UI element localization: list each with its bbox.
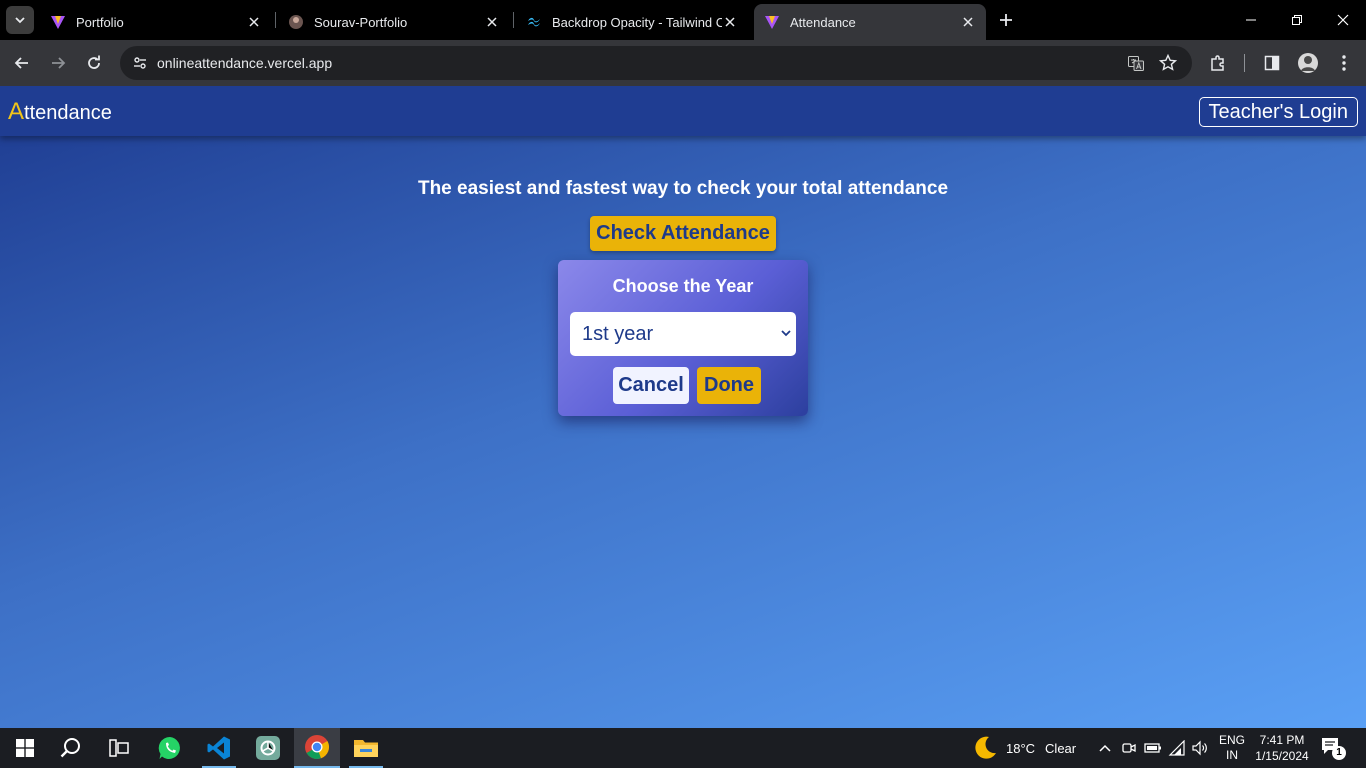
search-icon[interactable] <box>48 728 94 768</box>
file-explorer-icon[interactable] <box>343 728 389 768</box>
bookmark-star-icon[interactable] <box>1156 51 1180 75</box>
task-view-icon[interactable] <box>96 728 142 768</box>
chevron-down-icon <box>780 327 792 339</box>
close-icon <box>1337 14 1349 26</box>
input-language-indicator[interactable]: ENG IN <box>1218 733 1246 763</box>
close-window-button[interactable] <box>1320 0 1366 40</box>
modal-title: Choose the Year <box>612 276 754 296</box>
tab-sourav-portfolio[interactable]: Sourav-Portfolio <box>278 4 510 40</box>
browser-menu-icon[interactable] <box>1332 51 1356 75</box>
battery-icon[interactable] <box>1143 738 1163 758</box>
vite-logo-icon <box>765 16 779 29</box>
clock-date: 1/15/2024 <box>1255 749 1309 763</box>
tab-portfolio[interactable]: Portfolio <box>40 4 272 40</box>
choose-year-modal: Choose the Year 1st year Cancel Done <box>558 260 808 416</box>
tab-title: Attendance <box>790 14 856 30</box>
chevron-down-icon <box>15 17 25 24</box>
reload-icon <box>88 55 100 69</box>
teacher-login-button[interactable]: Teacher's Login <box>1198 97 1358 127</box>
windows-start-icon[interactable] <box>2 728 48 768</box>
tailwind-logo-icon <box>528 17 540 27</box>
whatsapp-icon[interactable] <box>147 728 193 768</box>
profile-avatar[interactable] <box>1296 51 1320 75</box>
arrow-left-icon <box>14 57 28 69</box>
back-button[interactable] <box>8 49 36 77</box>
tab-title: Sourav-Portfolio <box>314 14 408 30</box>
cancel-button[interactable]: Cancel <box>613 367 689 404</box>
weather-widget[interactable]: 18°C Clear <box>972 728 1076 768</box>
close-tab-icon[interactable] <box>722 14 738 30</box>
reload-button[interactable] <box>80 49 108 77</box>
system-clock[interactable]: 7:41 PM 1/15/2024 <box>1253 732 1311 764</box>
site-logo[interactable]: Attendance <box>8 98 112 126</box>
chevron-up-icon[interactable] <box>1095 738 1115 758</box>
close-tab-icon[interactable] <box>484 14 500 30</box>
close-tab-icon[interactable] <box>246 14 262 30</box>
url-text[interactable]: onlineattendance.vercel.app <box>157 55 332 71</box>
toolbar-divider <box>1244 54 1245 72</box>
site-info-icon[interactable] <box>128 51 152 75</box>
wifi-icon[interactable] <box>1167 738 1187 758</box>
notification-count-badge: 1 <box>1332 746 1346 760</box>
tab-backdrop-opacity[interactable]: Backdrop Opacity - Tailwind CSS <box>516 4 748 40</box>
language-region: IN <box>1226 748 1238 762</box>
page-content: Attendance Teacher's Login The easiest a… <box>0 86 1366 728</box>
clock-time: 7:41 PM <box>1259 733 1305 747</box>
tab-divider <box>513 12 514 28</box>
check-attendance-button[interactable]: Check Attendance <box>590 216 776 251</box>
new-tab-button[interactable] <box>994 8 1018 32</box>
logo-initial: A <box>8 98 25 125</box>
weather-temp: 18°C <box>1006 740 1036 756</box>
tab-title: Portfolio <box>76 14 124 30</box>
address-bar[interactable]: onlineattendance.vercel.app <box>120 46 1192 80</box>
tab-search-button[interactable] <box>6 6 34 34</box>
browser-toolbar: onlineattendance.vercel.app <box>0 40 1366 86</box>
chrome-icon[interactable] <box>294 728 340 768</box>
minimize-icon <box>1246 19 1256 21</box>
year-select[interactable]: 1st year <box>570 312 796 356</box>
weather-condition: Clear <box>1045 740 1077 756</box>
tab-attendance[interactable]: Attendance <box>754 4 986 40</box>
forward-button[interactable] <box>44 49 72 77</box>
restore-button[interactable] <box>1274 0 1320 40</box>
language-code: ENG <box>1218 733 1245 747</box>
arrow-right-icon <box>52 57 66 69</box>
windows-taskbar: 18°C Clear ENG IN 7:41 PM 1/15/2024 1 <box>0 728 1366 768</box>
extensions-puzzle-icon[interactable] <box>1206 51 1230 75</box>
selected-year-value: 1st year <box>582 323 654 345</box>
side-panel-icon[interactable] <box>1260 51 1284 75</box>
minimize-button[interactable] <box>1228 0 1274 40</box>
translate-icon[interactable] <box>1124 51 1148 75</box>
hero-headline: The easiest and fastest way to check you… <box>417 178 949 199</box>
chatgpt-icon[interactable] <box>245 728 291 768</box>
plus-icon <box>1000 14 1012 26</box>
tab-divider <box>275 12 276 28</box>
volume-icon[interactable] <box>1190 738 1210 758</box>
close-tab-icon[interactable] <box>960 14 976 30</box>
site-navbar: Attendance Teacher's Login <box>0 86 1366 136</box>
meet-now-icon[interactable] <box>1119 738 1139 758</box>
logo-text: ttendance <box>24 102 112 124</box>
vite-logo-icon <box>51 16 65 29</box>
done-button[interactable]: Done <box>697 367 761 404</box>
tab-title: Backdrop Opacity - Tailwind CSS <box>552 14 722 30</box>
moon-icon <box>975 736 996 759</box>
restore-icon <box>1292 15 1302 25</box>
avatar-favicon-icon <box>289 15 303 29</box>
browser-tab-strip: Portfolio Sourav-Portfolio Backdrop Opac… <box>0 0 1366 40</box>
notification-center-button[interactable]: 1 <box>1320 736 1350 760</box>
vscode-icon[interactable] <box>196 728 242 768</box>
